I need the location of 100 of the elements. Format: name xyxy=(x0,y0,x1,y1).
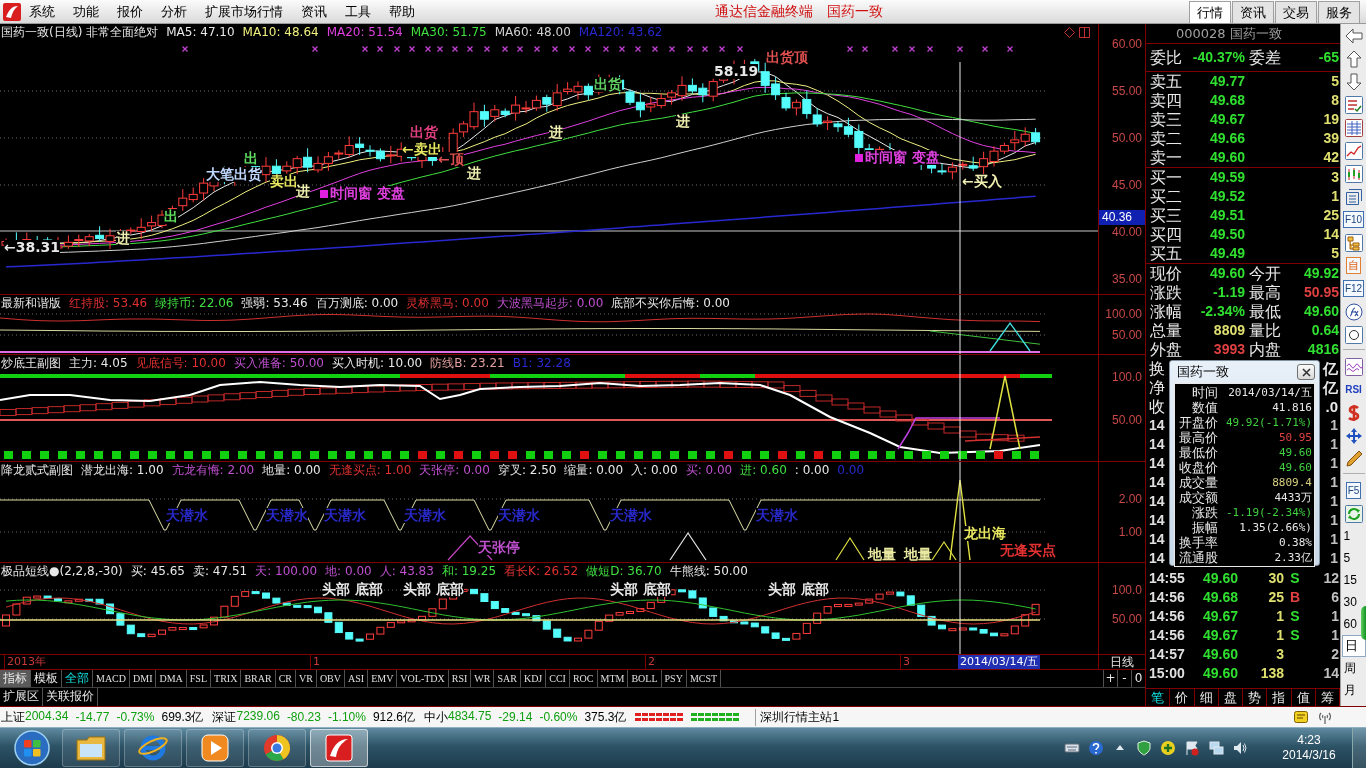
wave-icon[interactable] xyxy=(1344,357,1363,376)
period-button[interactable]: 月 xyxy=(1341,679,1358,701)
indicator-tab[interactable]: CCI xyxy=(546,670,570,687)
taskbar-button[interactable] xyxy=(186,729,244,767)
indicator-tab[interactable]: OBV xyxy=(316,670,345,687)
indicator-tab[interactable]: SAR xyxy=(494,670,521,687)
flag-icon[interactable] xyxy=(1184,740,1200,756)
period-button[interactable]: 15 xyxy=(1341,569,1359,591)
quote-value: 4816 xyxy=(1306,340,1339,359)
shield-icon[interactable] xyxy=(1136,740,1152,756)
indicator-tab[interactable]: DMA xyxy=(156,670,187,687)
indicator-tab[interactable]: BRAR xyxy=(241,670,276,687)
indicator-tab[interactable]: TRIX xyxy=(211,670,242,687)
quote-label: 收 xyxy=(1149,397,1165,416)
left-arrow-icon[interactable] xyxy=(1344,26,1363,45)
show-desktop-button[interactable] xyxy=(1352,728,1366,768)
clock-date[interactable]: 2014/3/16 xyxy=(1282,748,1336,763)
mode-tab[interactable]: 模板 xyxy=(31,670,62,687)
down-arrow-icon[interactable] xyxy=(1344,72,1363,91)
cross-mark-icon xyxy=(501,45,509,53)
indicator-tab[interactable]: ROC xyxy=(569,670,598,687)
menu-item[interactable]: 分析 xyxy=(161,2,187,21)
indicator-tab[interactable]: 全部 xyxy=(62,670,93,687)
app-logo-icon[interactable] xyxy=(3,2,21,21)
indicator-tab[interactable]: MTM xyxy=(597,670,629,687)
top-tab[interactable]: 行情 xyxy=(1189,1,1231,23)
cross-mark-icon xyxy=(551,45,559,53)
indicator-tab[interactable]: EMV xyxy=(368,670,398,687)
refresh-icon[interactable] xyxy=(1344,504,1363,523)
period-button[interactable]: 60 xyxy=(1341,613,1359,635)
taskbar-button[interactable] xyxy=(124,729,182,767)
index-percent: -0.73% xyxy=(116,710,155,724)
line-chart-icon[interactable] xyxy=(1344,141,1363,160)
indicator-tab[interactable]: ASI xyxy=(345,670,369,687)
candlestick-icon[interactable] xyxy=(1344,164,1363,183)
close-button[interactable] xyxy=(1297,364,1315,380)
antenna-icon[interactable] xyxy=(1318,710,1332,724)
window-icon[interactable] xyxy=(1079,27,1090,38)
start-button[interactable] xyxy=(12,728,52,768)
period-button[interactable]: 1 xyxy=(1341,525,1353,547)
toolbar-button[interactable]: F12 xyxy=(1342,280,1365,297)
tree-icon[interactable] xyxy=(1344,233,1363,252)
diamond-icon[interactable] xyxy=(1064,27,1075,38)
zoom-button[interactable]: + xyxy=(1103,670,1117,687)
menu-item[interactable]: 系统 xyxy=(29,2,55,21)
move-icon[interactable] xyxy=(1344,426,1363,445)
checklist-icon[interactable] xyxy=(1344,95,1363,114)
pencil-icon[interactable] xyxy=(1344,449,1363,468)
taskbar-button[interactable] xyxy=(62,729,120,767)
menu-item[interactable]: 功能 xyxy=(73,2,99,21)
formula-icon[interactable] xyxy=(1344,302,1363,321)
indicator-tab[interactable]: MACD xyxy=(93,670,130,687)
taskbar-button[interactable] xyxy=(248,729,306,767)
clock-time[interactable]: 4:23 xyxy=(1297,733,1321,748)
toolbar-button[interactable]: 自 xyxy=(1346,257,1361,274)
period-button[interactable]: 日 xyxy=(1341,635,1366,657)
quote-label: 最低 xyxy=(1248,302,1282,321)
indicator-tab[interactable]: CR xyxy=(275,670,296,687)
network-icon[interactable] xyxy=(1208,740,1224,756)
top-tab[interactable]: 资讯 xyxy=(1232,1,1274,23)
menu-item[interactable]: 扩展市场行情 xyxy=(205,2,283,21)
up-arrow-icon[interactable] xyxy=(1344,49,1363,68)
indicator-tab[interactable]: WR xyxy=(471,670,495,687)
indicator-tab[interactable]: KDJ xyxy=(520,670,547,687)
quote-value: 8809 xyxy=(1212,321,1245,340)
top-tab[interactable]: 服务 xyxy=(1318,1,1360,23)
period-button[interactable]: 30 xyxy=(1341,591,1359,613)
index-name: 深证 xyxy=(212,708,237,726)
top-tab[interactable]: 交易 xyxy=(1275,1,1317,23)
indicator-tab[interactable]: DMI xyxy=(130,670,157,687)
indicator-tab[interactable]: RSI xyxy=(448,670,472,687)
tick-volume: 1 xyxy=(1275,626,1284,643)
indicator-tab[interactable]: VOL-TDX xyxy=(397,670,449,687)
period-button[interactable]: 5 xyxy=(1341,547,1353,569)
period-button[interactable]: 周 xyxy=(1341,657,1358,679)
signal-square-icon xyxy=(940,451,949,459)
taskbar-button[interactable] xyxy=(310,729,368,767)
toolbar-button[interactable]: F10 xyxy=(1342,211,1365,228)
message-icon[interactable] xyxy=(1294,710,1308,724)
menu-item[interactable]: 资讯 xyxy=(301,2,327,21)
help-icon[interactable] xyxy=(1088,740,1104,756)
indicator-tab[interactable]: PSY xyxy=(661,670,687,687)
toolbar-button[interactable]: F5 xyxy=(1345,482,1362,499)
toolbar-button[interactable]: RSI xyxy=(1345,382,1362,397)
document-icon[interactable] xyxy=(1344,187,1363,206)
mode-tab[interactable]: 指标 xyxy=(0,670,31,687)
menu-item[interactable]: 工具 xyxy=(345,2,371,21)
volume-icon[interactable] xyxy=(1232,740,1248,756)
menu-item[interactable]: 帮助 xyxy=(389,2,415,21)
indicator-tab[interactable]: MCST xyxy=(686,670,722,687)
indicator-tab[interactable]: VR xyxy=(295,670,317,687)
keyboard-icon[interactable] xyxy=(1064,740,1080,756)
plus-icon[interactable] xyxy=(1160,740,1176,756)
indicator-tab[interactable]: BOLL xyxy=(628,670,662,687)
grid-icon[interactable] xyxy=(1344,118,1363,137)
indicator-tab[interactable]: FSL xyxy=(186,670,212,687)
order-label: 卖三 xyxy=(1149,110,1183,129)
menu-item[interactable]: 报价 xyxy=(117,2,143,21)
zoom-button[interactable]: - xyxy=(1117,670,1131,687)
signal-square-icon xyxy=(724,451,733,459)
